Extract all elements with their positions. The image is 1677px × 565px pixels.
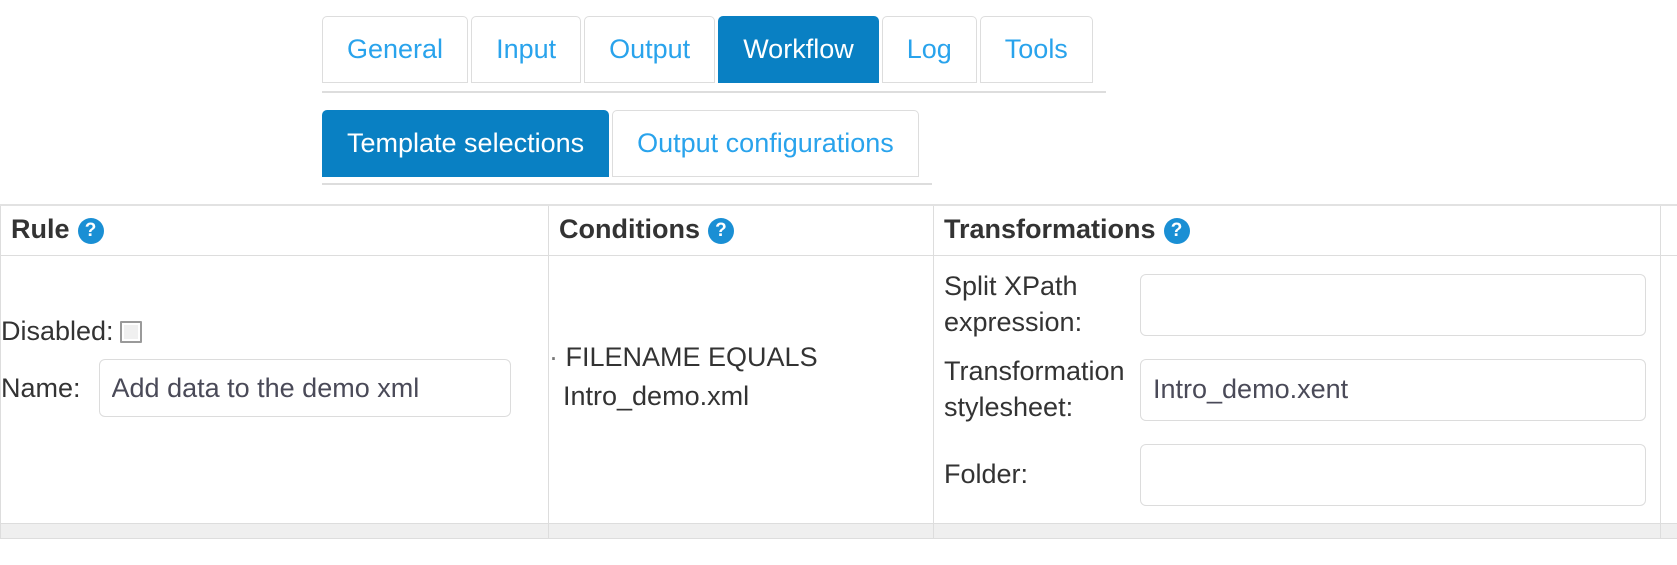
row-actions-cell[interactable]	[1660, 255, 1677, 524]
tab-tools[interactable]: Tools	[979, 16, 1093, 83]
split-xpath-expression-input[interactable]	[1140, 273, 1646, 336]
column-header-conditions: Conditions?	[548, 204, 934, 256]
tab-template-selections[interactable]: Template selections	[322, 110, 610, 177]
split-xpath-expression-label: Split XPath expression:	[944, 270, 1083, 337]
condition-bullet: ·	[549, 342, 558, 373]
tab-input[interactable]: Input	[471, 16, 582, 83]
main-tabbar: General Input Output Workflow Log Tools	[322, 16, 1096, 83]
main-tabbar-underline	[322, 91, 1106, 93]
sub-tabbar: Template selections Output configuration…	[322, 110, 922, 177]
rule-disabled-checkbox[interactable]	[119, 320, 142, 343]
sub-tabbar-underline	[322, 183, 932, 185]
rule-cell-next	[0, 523, 549, 539]
tab-workflow[interactable]: Workflow	[718, 16, 879, 83]
transformations-cell: Split XPath expression: Transformation s…	[933, 255, 1661, 524]
rule-name-input[interactable]	[98, 359, 511, 417]
transformation-stylesheet-input[interactable]	[1140, 358, 1646, 421]
table-header-row: Rule? Conditions? Transformations?	[0, 204, 1677, 256]
condition-text: FILENAME EQUALS Intro_demo.xml	[563, 342, 818, 411]
column-header-actions	[1660, 204, 1677, 256]
rule-disabled-field: Disabled:	[1, 316, 548, 347]
help-icon-rule[interactable]: ?	[77, 218, 104, 244]
tab-general[interactable]: General	[322, 16, 469, 83]
tab-output-configurations[interactable]: Output configurations	[612, 110, 919, 177]
conditions-cell-next	[548, 523, 934, 539]
help-icon-transformations[interactable]: ?	[1163, 218, 1190, 244]
column-header-rule: Rule?	[0, 204, 549, 256]
folder-label: Folder:	[944, 458, 1029, 489]
folder-input[interactable]	[1140, 443, 1646, 506]
column-header-conditions-label: Conditions	[559, 214, 700, 244]
column-header-rule-label: Rule	[11, 214, 70, 244]
condition-list-item: · FILENAME EQUALS Intro_demo.xml	[549, 338, 933, 415]
rule-cell: Disabled: Name:	[0, 255, 549, 524]
workflow-template-selections-page: General Input Output Workflow Log Tools …	[0, 0, 1677, 565]
transformation-stylesheet-label: Transformation stylesheet:	[944, 355, 1125, 422]
template-selections-table: Rule? Conditions? Transformations? Disab…	[0, 204, 1677, 539]
column-header-transformations-label: Transformations	[944, 214, 1156, 244]
column-header-transformations: Transformations?	[933, 204, 1661, 256]
conditions-cell: · FILENAME EQUALS Intro_demo.xml	[548, 255, 934, 524]
transformations-cell-next	[933, 523, 1661, 539]
rule-name-field: Name:	[1, 359, 548, 417]
tab-log[interactable]: Log	[881, 16, 977, 83]
rule-disabled-label: Disabled:	[1, 316, 114, 346]
table-row: Disabled: Name: · FILENAME	[0, 255, 1677, 524]
table-row-next	[0, 523, 1677, 539]
row-actions-cell-next	[1660, 523, 1677, 539]
help-icon-conditions[interactable]: ?	[707, 218, 734, 244]
tab-output[interactable]: Output	[584, 16, 716, 83]
rule-name-label: Name:	[1, 372, 81, 403]
